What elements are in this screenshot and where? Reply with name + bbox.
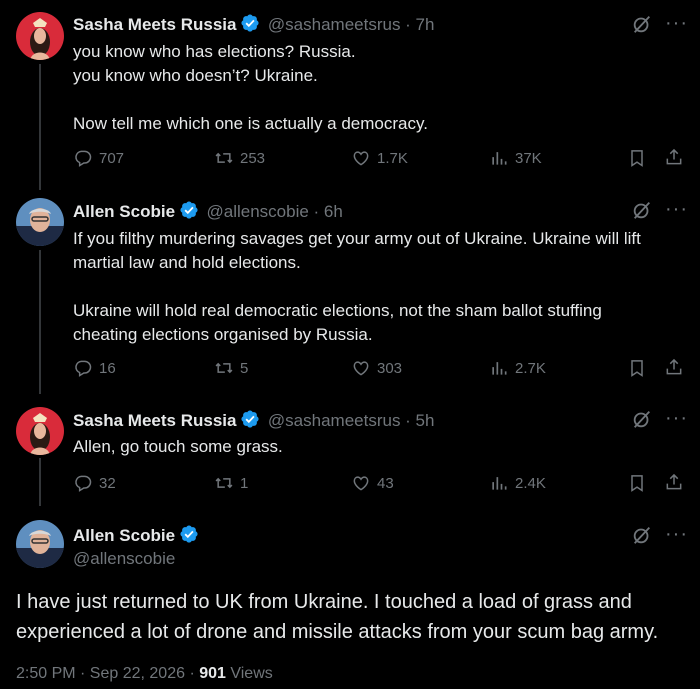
verified-badge-icon — [240, 409, 260, 429]
reply-count: 707 — [99, 149, 125, 167]
like-icon — [351, 473, 371, 493]
repost-count: 5 — [240, 359, 249, 377]
views-button[interactable]: 37K — [489, 148, 542, 168]
views-count: 2.7K — [515, 359, 546, 377]
author-name[interactable]: Sasha Meets Russia — [73, 411, 236, 430]
reply-button[interactable]: 707 — [73, 148, 124, 168]
like-button[interactable]: 303 — [351, 358, 402, 378]
repost-button[interactable]: 5 — [214, 358, 248, 378]
bookmark-icon[interactable] — [627, 358, 647, 378]
bookmark-icon[interactable] — [627, 473, 647, 493]
reply-icon — [73, 358, 93, 378]
tweet-meta: 2:50 PM · Sep 22, 2026 · 901 Views — [16, 665, 273, 683]
reply-icon — [73, 148, 93, 168]
grok-icon[interactable] — [631, 199, 653, 221]
views-icon — [489, 358, 509, 378]
like-count: 303 — [377, 359, 403, 377]
like-count: 1.7K — [377, 149, 408, 167]
views-count: 901 — [199, 665, 226, 682]
avatar[interactable] — [16, 520, 64, 568]
author-handle[interactable]: @sashameetsrus · 7h — [268, 15, 435, 34]
views-button[interactable]: 2.7K — [489, 358, 546, 378]
views-label: Views — [225, 665, 273, 682]
views-icon — [489, 473, 509, 493]
views-button[interactable]: 2.4K — [489, 473, 546, 493]
grok-icon[interactable] — [631, 13, 653, 35]
more-icon[interactable]: ··· — [665, 408, 688, 428]
timestamp[interactable]: 2:50 PM · Sep 22, 2026 · — [16, 665, 199, 682]
thread-line — [39, 458, 41, 506]
like-button[interactable]: 1.7K — [351, 148, 408, 168]
share-icon[interactable] — [664, 147, 684, 167]
verified-badge-icon — [179, 524, 199, 544]
share-icon[interactable] — [664, 472, 684, 492]
more-icon[interactable]: ··· — [665, 13, 688, 33]
like-button[interactable]: 43 — [351, 473, 394, 493]
repost-icon — [214, 473, 234, 493]
bookmark-icon[interactable] — [627, 148, 647, 168]
repost-button[interactable]: 253 — [214, 148, 265, 168]
repost-count: 253 — [240, 149, 266, 167]
views-count: 37K — [515, 149, 542, 167]
verified-badge-icon — [179, 200, 199, 220]
author-handle[interactable]: @allenscobie — [73, 549, 175, 569]
more-icon[interactable]: ··· — [665, 524, 688, 544]
thread-line — [39, 64, 41, 190]
reply-button[interactable]: 16 — [73, 358, 116, 378]
author-name[interactable]: Sasha Meets Russia — [73, 15, 236, 34]
avatar[interactable] — [16, 198, 64, 246]
tweet-text: you know who has elections? Russia. you … — [73, 42, 428, 133]
tweet-text: If you filthy murdering savages get your… — [73, 229, 641, 344]
repost-icon — [214, 358, 234, 378]
reply-count: 16 — [99, 359, 116, 377]
tweet-text: Allen, go touch some grass. — [73, 437, 283, 456]
repost-icon — [214, 148, 234, 168]
thread-line — [39, 250, 41, 394]
like-icon — [351, 358, 371, 378]
repost-count: 1 — [240, 474, 249, 492]
verified-badge-icon — [240, 13, 260, 33]
grok-icon[interactable] — [631, 408, 653, 430]
author-handle[interactable]: @sashameetsrus · 5h — [268, 411, 435, 430]
author-handle[interactable]: @allenscobie · 6h — [206, 202, 342, 221]
reply-count: 32 — [99, 474, 116, 492]
views-count: 2.4K — [515, 474, 546, 492]
author-name[interactable]: Allen Scobie — [73, 526, 175, 545]
grok-icon[interactable] — [631, 524, 653, 546]
share-icon[interactable] — [664, 357, 684, 377]
like-icon — [351, 148, 371, 168]
like-count: 43 — [377, 474, 394, 492]
author-name[interactable]: Allen Scobie — [73, 202, 175, 221]
reply-button[interactable]: 32 — [73, 473, 116, 493]
avatar[interactable] — [16, 12, 64, 60]
repost-button[interactable]: 1 — [214, 473, 248, 493]
tweet-text: I have just returned to UK from Ukraine.… — [16, 591, 659, 643]
more-icon[interactable]: ··· — [665, 199, 688, 219]
views-icon — [489, 148, 509, 168]
avatar[interactable] — [16, 407, 64, 455]
reply-icon — [73, 473, 93, 493]
